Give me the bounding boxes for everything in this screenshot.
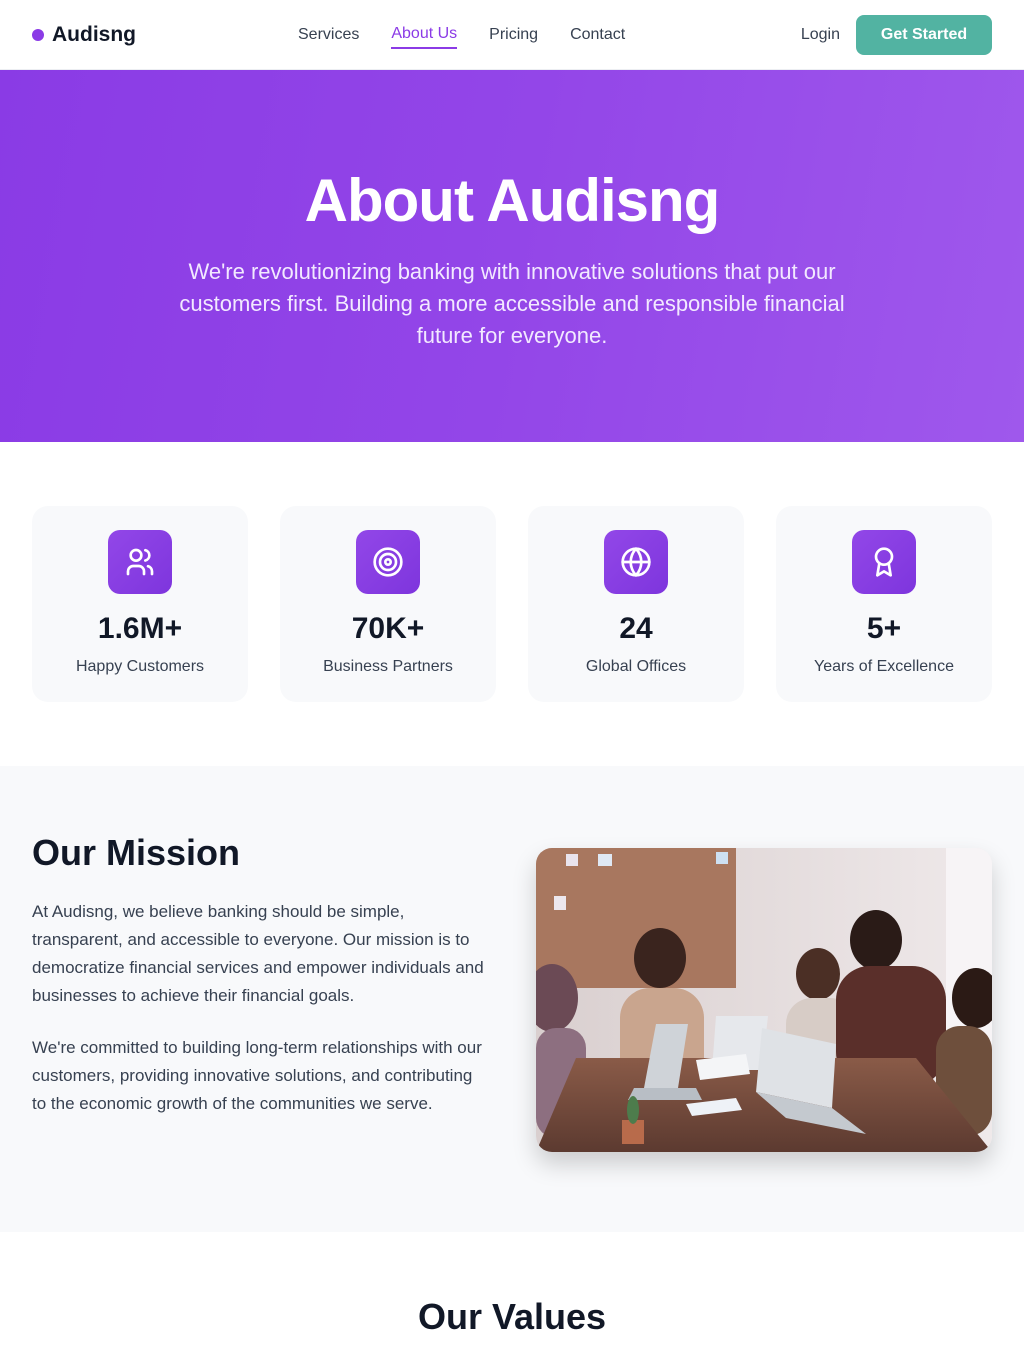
- stats-section: 1.6M+ Happy Customers 70K+ Business Part…: [0, 442, 1024, 766]
- hero-section: About Audisng We're revolutionizing bank…: [0, 70, 1024, 442]
- globe-icon: [604, 530, 668, 594]
- stat-value: 70K+: [351, 612, 425, 645]
- mission-paragraph: At Audisng, we believe banking should be…: [32, 902, 484, 1005]
- stat-label: Happy Customers: [75, 658, 205, 675]
- team-meeting-photo: [536, 848, 992, 1152]
- values-title: Our Values: [417, 1296, 607, 1337]
- target-icon: [356, 530, 420, 594]
- nav-link-about-us[interactable]: About Us: [391, 21, 458, 49]
- mission-title: Our Mission: [32, 832, 241, 873]
- stat-label: Years of Excellence: [814, 658, 954, 675]
- brand-dot-icon: [32, 28, 44, 41]
- nav-link-pricing[interactable]: Pricing: [489, 22, 538, 48]
- stat-card: 5+ Years of Excellence: [776, 506, 992, 702]
- get-started-button[interactable]: Get Started: [856, 14, 992, 55]
- nav-actions: Login Get Started: [801, 14, 992, 55]
- nav-link-services[interactable]: Services: [298, 22, 359, 48]
- award-icon: [852, 530, 916, 594]
- stat-label: Global Offices: [585, 658, 687, 675]
- values-section: Our Values: [0, 1232, 1024, 1338]
- stat-card: 24 Global Offices: [528, 506, 744, 702]
- stat-value: 24: [619, 612, 653, 645]
- stat-card: 70K+ Business Partners: [280, 506, 496, 702]
- stat-value: 5+: [866, 612, 902, 645]
- nav-links: Services About Us Pricing Contact: [298, 0, 625, 70]
- brand-logo[interactable]: Audisng: [32, 23, 136, 47]
- mission-section: Our Mission At Audisng, we believe banki…: [0, 766, 1024, 1232]
- brand-name: Audisng: [52, 22, 136, 46]
- stat-card: 1.6M+ Happy Customers: [32, 506, 248, 702]
- hero-title: About Audisng: [304, 167, 721, 234]
- mission-paragraph: We're committed to building long-term re…: [32, 1038, 482, 1113]
- top-navbar: Audisng Services About Us Pricing Contac…: [0, 0, 1024, 70]
- mission-text: Our Mission At Audisng, we believe banki…: [32, 830, 488, 1168]
- stat-label: Business Partners: [323, 658, 453, 675]
- login-link[interactable]: Login: [801, 26, 840, 44]
- team-meeting-illustration: [536, 848, 992, 1152]
- hero-subtitle: We're revolutionizing banking with innov…: [179, 259, 845, 348]
- stat-value: 1.6M+: [97, 612, 183, 645]
- nav-link-contact[interactable]: Contact: [570, 22, 625, 48]
- users-icon: [108, 530, 172, 594]
